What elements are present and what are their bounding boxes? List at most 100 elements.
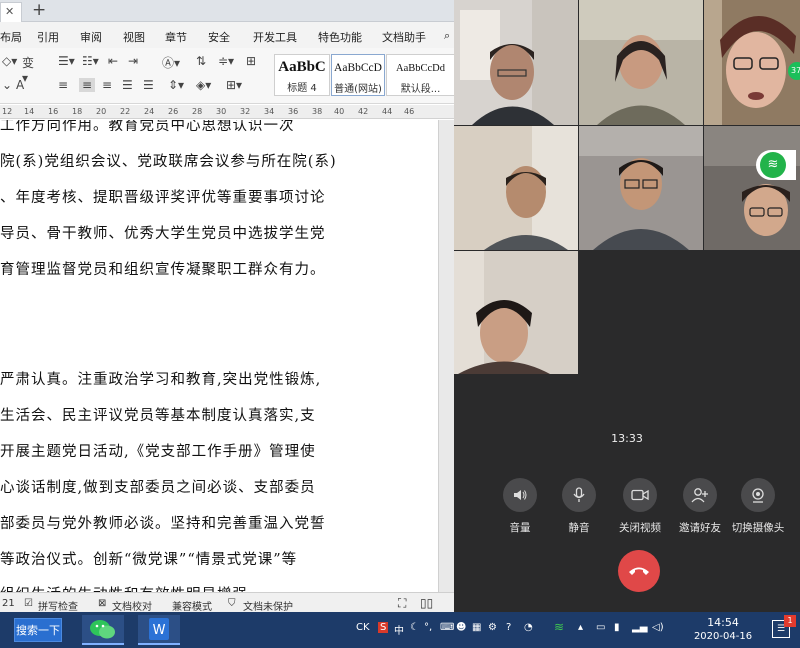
- indent-increase-icon[interactable]: ⇥: [128, 54, 138, 68]
- network-icon[interactable]: ▭: [596, 622, 605, 633]
- signal-icon[interactable]: ▂▄: [632, 622, 647, 633]
- doc-line: 工作方向作用。教育党员中心思想认识一次: [0, 120, 295, 134]
- wps-writer-icon[interactable]: W: [138, 615, 180, 645]
- tab-doc-assistant[interactable]: 文档助手: [382, 29, 426, 45]
- security-icon[interactable]: ◔: [524, 622, 533, 633]
- tab-review[interactable]: 审阅: [80, 29, 102, 45]
- moon-icon[interactable]: ☾: [410, 622, 419, 633]
- sort-icon[interactable]: ⇅: [196, 54, 206, 68]
- align-center-icon[interactable]: ≡: [79, 78, 96, 92]
- clear-format-icon[interactable]: ⌄: [2, 78, 12, 92]
- participant-video[interactable]: 37: [704, 0, 800, 125]
- camera-icon: [623, 478, 657, 512]
- speaker-icon: [503, 478, 537, 512]
- shading-icon[interactable]: ◈▾: [196, 78, 211, 92]
- keyboard-icon[interactable]: ⌨: [440, 622, 454, 633]
- participant-video[interactable]: [579, 0, 703, 125]
- show-hidden-icon[interactable]: ▴: [578, 622, 583, 633]
- volume-button[interactable]: 音量: [490, 478, 550, 535]
- ime-mode[interactable]: 中: [394, 622, 404, 637]
- search-icon[interactable]: ⌕: [444, 29, 450, 43]
- doc-line: 开展主题党日活动,《党支部工作手册》管理使: [0, 444, 316, 460]
- tab-features[interactable]: 特色功能: [318, 29, 362, 45]
- svg-text:W: W: [153, 623, 166, 638]
- invite-friend-button[interactable]: 邀请好友: [670, 478, 730, 535]
- spellcheck-icon[interactable]: ☑: [24, 598, 33, 609]
- ribbon-toolbar: ◇▾ 变▾ ☰▾ ☷▾ ⇤ ⇥ Ⓐ▾ ⇅ ≑▾ ⊞ ⌄ A ≡ ≡ ≡ ☰ ☰ …: [0, 48, 454, 104]
- participant-video[interactable]: [454, 0, 578, 125]
- line-spacing-icon[interactable]: ≑▾: [218, 54, 234, 68]
- mute-button[interactable]: 静音: [549, 478, 609, 535]
- doc-line: 严肃认真。注重政治学习和教育,突出党性锻炼,: [0, 372, 322, 388]
- style-normal-web[interactable]: AaBbCcD 普通(网站): [331, 54, 385, 96]
- ime-indicator[interactable]: CK: [356, 622, 370, 633]
- wifi-icon[interactable]: ≋: [760, 152, 786, 178]
- proofread-status[interactable]: 文档校对: [112, 598, 152, 613]
- stop-video-button[interactable]: 关闭视频: [610, 478, 670, 535]
- help-icon[interactable]: ?: [506, 622, 511, 633]
- hang-up-button[interactable]: [618, 550, 660, 592]
- fullscreen-icon[interactable]: ⛶: [398, 596, 406, 611]
- punctuation-icon[interactable]: °,: [424, 622, 432, 633]
- align-left-icon[interactable]: ≡: [58, 78, 68, 92]
- paragraph-icon[interactable]: ⇕▾: [168, 78, 184, 92]
- shield-icon: ⛉: [228, 598, 236, 609]
- tab-layout[interactable]: 布局: [0, 29, 22, 45]
- doc-line: 、年度考核、提职晋级评奖评优等重要事项讨论: [0, 190, 326, 206]
- font-color-icon[interactable]: A: [16, 78, 24, 92]
- toolbox-icon[interactable]: ▦: [472, 622, 481, 633]
- bullet-list-icon[interactable]: ☰▾: [58, 54, 75, 68]
- align-right-icon[interactable]: ≡: [102, 78, 112, 92]
- document-tab[interactable]: ✕: [0, 2, 22, 22]
- style-heading4[interactable]: AaBbC 标题 4: [274, 54, 330, 96]
- border-icon[interactable]: ⊞▾: [226, 78, 242, 92]
- phone-hangup-icon: [629, 567, 649, 575]
- tab-chapter[interactable]: 章节: [165, 29, 187, 45]
- taskbar: 搜索一下 W CK S 中 ☾ °, ⌨ ☻ ▦ ⚙ ? ◔ ≋ ▴ ▭ ▮ ▂…: [0, 612, 800, 648]
- font-size-icon[interactable]: Ⓐ▾: [162, 54, 180, 71]
- badge: 37: [788, 62, 800, 80]
- close-tab-icon[interactable]: ✕: [5, 5, 14, 18]
- wechat-icon[interactable]: [82, 615, 124, 645]
- participant-video[interactable]: [454, 126, 578, 250]
- tab-security[interactable]: 安全: [208, 29, 230, 45]
- proofread-icon[interactable]: ⊠: [98, 598, 106, 609]
- numbered-list-icon[interactable]: ☷▾: [82, 54, 99, 68]
- distribute-icon[interactable]: ☰: [143, 78, 154, 92]
- horizontal-ruler: 12 14 16 18 20 22 24 26 28 30 32 34 36 3…: [0, 105, 454, 119]
- search-button[interactable]: 搜索一下: [14, 618, 62, 642]
- justify-icon[interactable]: ☰: [122, 78, 133, 92]
- participant-video[interactable]: [454, 251, 578, 374]
- protection-status[interactable]: 文档未保护: [243, 598, 293, 613]
- indent-decrease-icon[interactable]: ⇤: [108, 54, 118, 68]
- switch-camera-icon: [741, 478, 775, 512]
- battery-icon[interactable]: ▮: [614, 622, 620, 633]
- doc-line: 院(系)党组织会议、党政联席会议参与所在院(系): [0, 154, 337, 170]
- table-icon[interactable]: ⊞: [246, 54, 256, 68]
- style-default-paragraph[interactable]: AaBbCcDd 默认段...: [386, 54, 454, 96]
- word-count[interactable]: 21: [2, 598, 15, 609]
- add-person-icon: [683, 478, 717, 512]
- switch-camera-button[interactable]: 切换摄像头: [728, 478, 788, 535]
- participant-video[interactable]: [579, 126, 703, 250]
- clock[interactable]: 14:54 2020-04-16: [688, 614, 758, 642]
- volume-icon[interactable]: ◁): [652, 622, 664, 633]
- status-bar: 21 ☑ 拼写检查 ⊠ 文档校对 兼容模式 ⛉ 文档未保护 ⛶ ▯▯: [0, 592, 454, 614]
- spellcheck-status[interactable]: 拼写检查: [38, 598, 78, 613]
- highlight-icon[interactable]: ◇▾: [2, 54, 17, 68]
- wifi-icon[interactable]: ≋: [554, 620, 564, 634]
- doc-line: 心谈话制度,做到支部委员之间必谈、支部委员: [0, 480, 316, 496]
- sogou-icon[interactable]: S: [378, 622, 389, 633]
- settings-icon[interactable]: ⚙: [488, 622, 497, 633]
- doc-line: 生活会、民主评议党员等基本制度认真落实,支: [0, 408, 316, 424]
- skin-icon[interactable]: ☻: [456, 622, 466, 633]
- tab-view[interactable]: 视图: [123, 29, 145, 45]
- book-view-icon[interactable]: ▯▯: [420, 596, 433, 610]
- new-tab-icon[interactable]: +: [32, 0, 46, 20]
- call-timer: 13:33: [611, 432, 643, 445]
- tab-developer[interactable]: 开发工具: [253, 29, 297, 45]
- vertical-scrollbar[interactable]: [438, 120, 454, 592]
- participant-video[interactable]: ≋: [704, 126, 800, 250]
- document-body[interactable]: 工作方向作用。教育党员中心思想认识一次 院(系)党组织会议、党政联席会议参与所在…: [0, 120, 438, 592]
- tab-references[interactable]: 引用: [37, 29, 59, 45]
